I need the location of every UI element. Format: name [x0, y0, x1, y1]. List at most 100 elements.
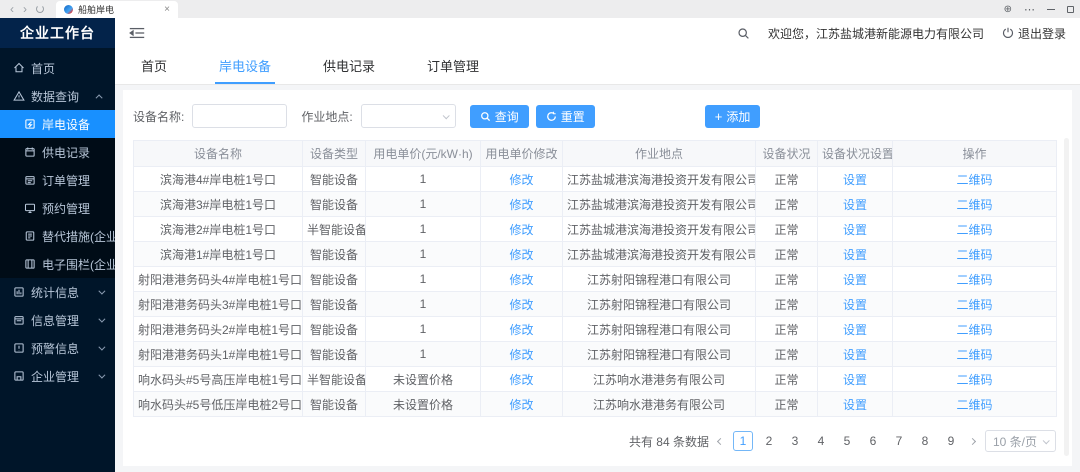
page-number-9[interactable]: 9 — [941, 431, 961, 451]
chevron-down-icon — [98, 371, 105, 378]
qr-code-link[interactable]: 二维码 — [956, 348, 992, 362]
qr-code-link[interactable]: 二维码 — [956, 298, 992, 312]
browser-tab[interactable]: 船舶岸电 × — [56, 1, 178, 18]
page-size-select[interactable]: 10 条/页 — [985, 430, 1056, 452]
logout-icon — [1002, 27, 1014, 39]
cell-status: 正常 — [756, 342, 818, 367]
sidebar-group-statistics[interactable]: 统计信息 — [0, 278, 115, 306]
sidebar-item-home[interactable]: 首页 — [0, 54, 115, 82]
page-number-5[interactable]: 5 — [837, 431, 857, 451]
cell-unit-price: 未设置价格 — [366, 367, 481, 392]
sidebar-collapse-button[interactable] — [129, 26, 145, 40]
logout-button[interactable]: 退出登录 — [1002, 25, 1066, 42]
browser-more-icon[interactable]: ⋯ — [1024, 3, 1035, 16]
cell-status: 正常 — [756, 217, 818, 242]
page-number-7[interactable]: 7 — [889, 431, 909, 451]
modify-link[interactable]: 修改 — [509, 298, 533, 312]
sidebar-item-electronic-fence[interactable]: 电子围栏(企业) — [0, 250, 115, 278]
sidebar-item-reservation-management[interactable]: 预约管理 — [0, 194, 115, 222]
page-number-2[interactable]: 2 — [759, 431, 779, 451]
modify-link[interactable]: 修改 — [509, 373, 533, 387]
device-name-input[interactable] — [192, 104, 287, 128]
qr-code-link[interactable]: 二维码 — [956, 248, 992, 262]
globe-icon[interactable]: ⊕ — [1004, 4, 1012, 15]
cell-device-type: 半智能设备 — [303, 217, 366, 242]
app-title: 企业工作台 — [0, 18, 115, 48]
location-label: 作业地点: — [301, 108, 352, 125]
modify-link[interactable]: 修改 — [509, 173, 533, 187]
add-button[interactable]: + 添加 — [705, 105, 761, 128]
search-button[interactable] — [737, 27, 750, 40]
modify-link[interactable]: 修改 — [509, 323, 533, 337]
browser-forward-icon[interactable]: › — [23, 3, 27, 15]
page-number-6[interactable]: 6 — [863, 431, 883, 451]
sidebar-group-information[interactable]: 信息管理 — [0, 306, 115, 334]
status-set-link[interactable]: 设置 — [843, 348, 867, 362]
qr-code-link[interactable]: 二维码 — [956, 173, 992, 187]
status-set-link[interactable]: 设置 — [843, 398, 867, 412]
page-number-1[interactable]: 1 — [733, 431, 753, 451]
cell-location: 江苏盐城港滨海港投资开发有限公司 — [563, 217, 756, 242]
sidebar-group-data-query[interactable]: 数据查询 — [0, 82, 115, 110]
sidebar-item-order-management[interactable]: 订单管理 — [0, 166, 115, 194]
sidebar-group-enterprise[interactable]: 企业管理 — [0, 362, 115, 390]
sidebar-item-power-records[interactable]: 供电记录 — [0, 138, 115, 166]
browser-refresh-icon[interactable] — [36, 5, 44, 13]
tab-shore-power-device[interactable]: 岸电设备 — [215, 48, 275, 84]
tab-order-management[interactable]: 订单管理 — [423, 48, 483, 84]
status-set-link[interactable]: 设置 — [843, 273, 867, 287]
status-set-link[interactable]: 设置 — [843, 298, 867, 312]
qr-code-link[interactable]: 二维码 — [956, 273, 992, 287]
cell-status: 正常 — [756, 242, 818, 267]
status-set-link[interactable]: 设置 — [843, 248, 867, 262]
qr-code-link[interactable]: 二维码 — [956, 373, 992, 387]
browser-back-icon[interactable]: ‹ — [10, 3, 14, 15]
qr-code-link[interactable]: 二维码 — [956, 198, 992, 212]
data-query-icon — [13, 90, 25, 102]
cell-status-set: 设置 — [818, 267, 893, 292]
cell-status-set: 设置 — [818, 392, 893, 417]
vertical-scrollbar[interactable] — [1064, 138, 1069, 456]
sidebar-item-alternative-measures[interactable]: 替代措施(企业) — [0, 222, 115, 250]
search-query-button[interactable]: 查询 — [470, 105, 529, 128]
cell-qr: 二维码 — [893, 367, 1057, 392]
qr-code-link[interactable]: 二维码 — [956, 398, 992, 412]
minimize-icon[interactable] — [1047, 9, 1055, 10]
sidebar-group-warnings[interactable]: 预警信息 — [0, 334, 115, 362]
cell-location: 江苏盐城港滨海港投资开发有限公司 — [563, 167, 756, 192]
table-row: 滨海港2#岸电桩1号口 半智能设备 1 修改 江苏盐城港滨海港投资开发有限公司 … — [134, 217, 1057, 242]
page-number-4[interactable]: 4 — [811, 431, 831, 451]
cell-device-name: 滨海港4#岸电桩1号口 — [134, 167, 303, 192]
prev-page-button[interactable] — [716, 436, 726, 446]
page-number-3[interactable]: 3 — [785, 431, 805, 451]
modify-link[interactable]: 修改 — [509, 273, 533, 287]
qr-code-link[interactable]: 二维码 — [956, 223, 992, 237]
reset-button[interactable]: 重置 — [536, 105, 595, 128]
modify-link[interactable]: 修改 — [509, 198, 533, 212]
alternative-measures-icon — [24, 230, 36, 242]
restore-icon[interactable] — [1067, 6, 1074, 13]
modify-link[interactable]: 修改 — [509, 398, 533, 412]
tab-close-icon[interactable]: × — [164, 4, 170, 15]
modify-link[interactable]: 修改 — [509, 223, 533, 237]
tab-home[interactable]: 首页 — [137, 48, 171, 84]
status-set-link[interactable]: 设置 — [843, 173, 867, 187]
table-row: 射阳港港务码头4#岸电桩1号口 智能设备 1 修改 江苏射阳锦程港口有限公司 正… — [134, 267, 1057, 292]
sidebar-item-shore-power-device[interactable]: 岸电设备 — [0, 110, 115, 138]
tab-power-records[interactable]: 供电记录 — [319, 48, 379, 84]
page-number-8[interactable]: 8 — [915, 431, 935, 451]
chevron-right-icon — [969, 437, 976, 444]
modify-link[interactable]: 修改 — [509, 248, 533, 262]
cell-status-set: 设置 — [818, 167, 893, 192]
status-set-link[interactable]: 设置 — [843, 198, 867, 212]
status-set-link[interactable]: 设置 — [843, 323, 867, 337]
table-header-row: 设备名称 设备类型 用电单价(元/kW·h) 用电单价修改 作业地点 设备状况 … — [134, 141, 1057, 167]
location-select[interactable] — [361, 104, 456, 128]
status-set-link[interactable]: 设置 — [843, 373, 867, 387]
cell-location: 江苏响水港港务有限公司 — [563, 367, 756, 392]
home-icon — [13, 62, 25, 74]
qr-code-link[interactable]: 二维码 — [956, 323, 992, 337]
next-page-button[interactable] — [968, 436, 978, 446]
status-set-link[interactable]: 设置 — [843, 223, 867, 237]
modify-link[interactable]: 修改 — [509, 348, 533, 362]
